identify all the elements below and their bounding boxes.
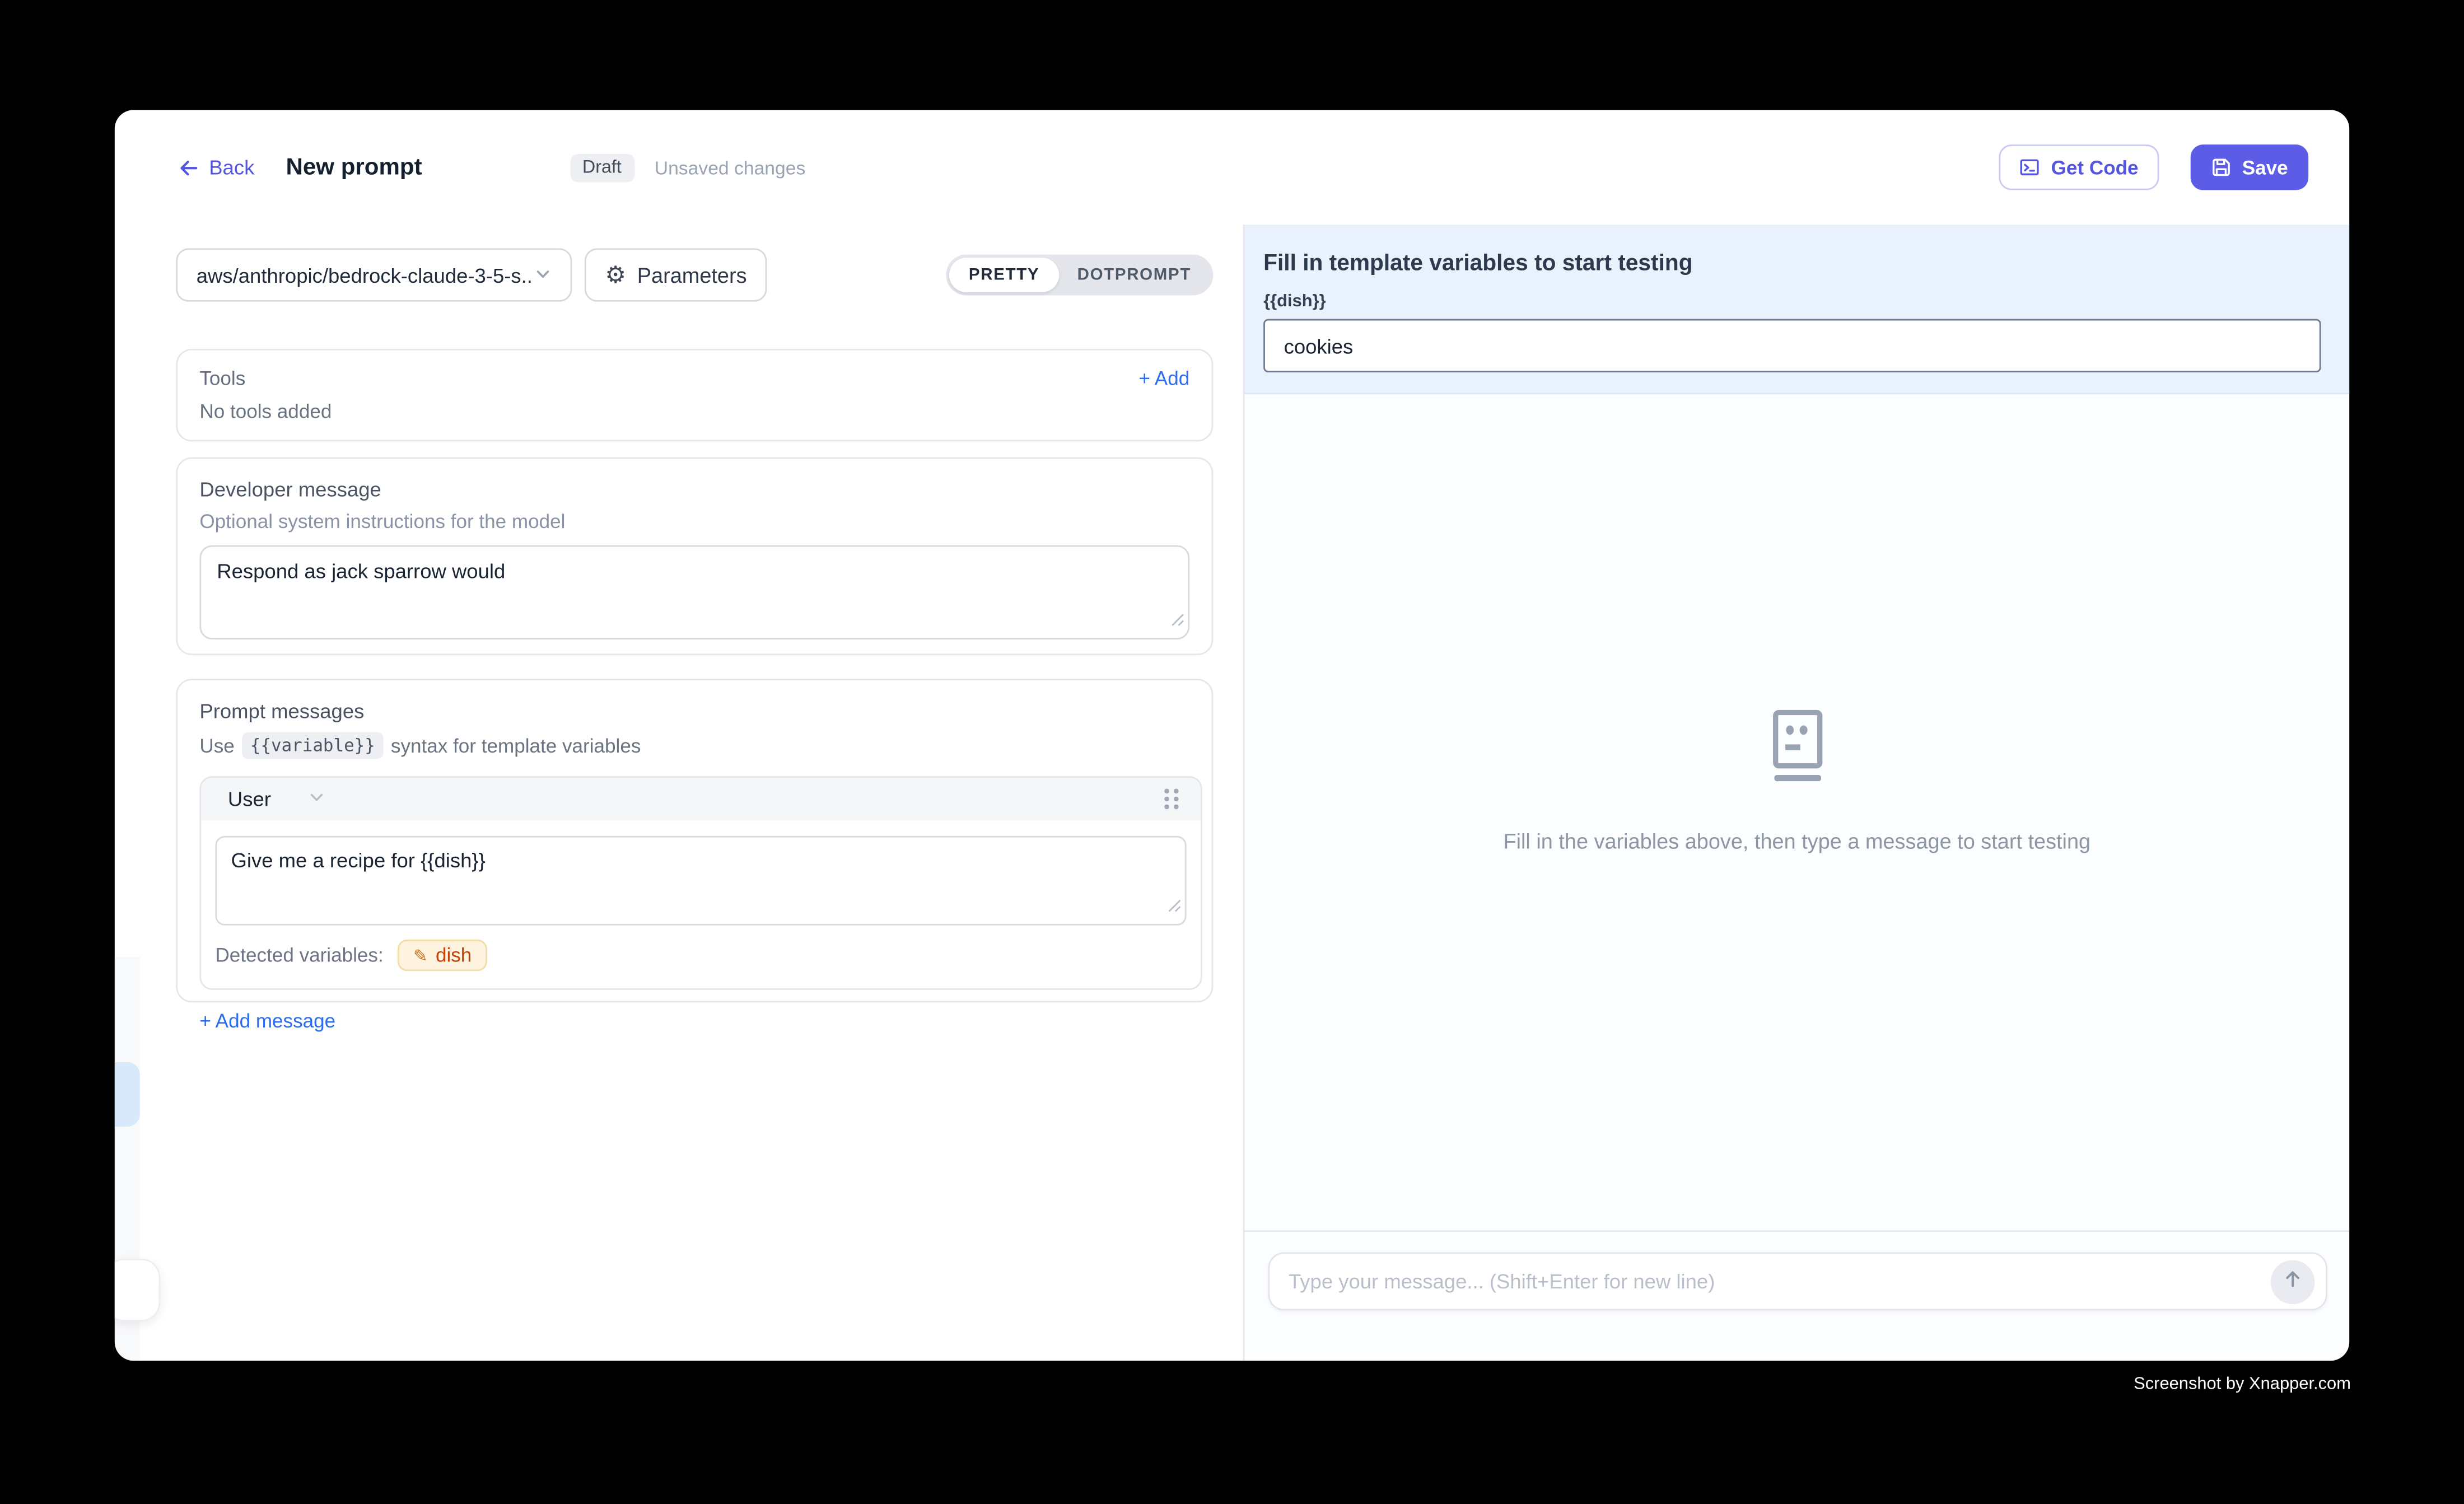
parameters-label: Parameters (637, 263, 747, 287)
test-panel: Fill in template variables to start test… (1243, 225, 2350, 1361)
chat-empty-state: Fill in the variables above, then type a… (1244, 394, 2349, 1230)
prompt-editor-panel: aws/anthropic/bedrock-claude-3-5-s... ⚙ … (115, 225, 1243, 1361)
chat-empty-state-text: Fill in the variables above, then type a… (1503, 830, 2090, 853)
developer-message-title: Developer message (199, 478, 1189, 501)
composer-bar (1244, 1230, 2349, 1361)
add-tool-button[interactable]: + Add (1139, 368, 1190, 390)
back-label: Back (209, 156, 254, 179)
hint-prefix: Use (199, 735, 234, 756)
developer-message-input[interactable]: Respond as jack sparrow would (199, 545, 1189, 639)
back-button[interactable]: Back (178, 156, 254, 179)
app-header: Back New prompt Draft Unsaved changes Ge… (115, 110, 2349, 225)
message-block: User (199, 776, 1202, 990)
screenshot-canvas: Back New prompt Draft Unsaved changes Ge… (0, 0, 2464, 1504)
chevron-down-icon (309, 787, 326, 811)
template-syntax-hint: Use {{variable}} syntax for template var… (199, 732, 1189, 759)
detected-variables-label: Detected variables: (215, 944, 383, 966)
watermark-text: Screenshot by Xnapper.com (2134, 1375, 2351, 1394)
tools-title: Tools (199, 368, 245, 390)
stage: Back New prompt Draft Unsaved changes Ge… (0, 0, 2464, 1503)
unsaved-changes-text: Unsaved changes (655, 156, 806, 178)
message-role-select[interactable]: User (228, 787, 326, 811)
model-toolbar: aws/anthropic/bedrock-claude-3-5-s... ⚙ … (176, 248, 1213, 301)
get-code-button[interactable]: Get Code (1999, 144, 2159, 190)
add-message-button[interactable]: + Add message (199, 1010, 335, 1032)
gear-icon: ⚙ (605, 263, 626, 287)
tools-empty-text: No tools added (199, 401, 1189, 423)
developer-message-subtitle: Optional system instructions for the mod… (199, 511, 1189, 533)
save-icon (2211, 157, 2231, 178)
message-header: User (201, 778, 1201, 820)
template-variables-section: Fill in template variables to start test… (1244, 225, 2349, 394)
send-button[interactable] (2271, 1259, 2315, 1304)
app-window: Back New prompt Draft Unsaved changes Ge… (115, 110, 2349, 1361)
clipped-sidebar-active-item (115, 1062, 140, 1127)
toggle-pretty[interactable]: PRETTY (950, 258, 1058, 292)
variable-chip-dish[interactable]: ✎ dish (398, 940, 487, 971)
model-select-value: aws/anthropic/bedrock-claude-3-5-s... (197, 263, 534, 287)
variable-key-label: {{dish}} (1263, 292, 2321, 311)
variable-value-input[interactable] (1263, 319, 2321, 372)
model-select[interactable]: aws/anthropic/bedrock-claude-3-5-s... (176, 248, 572, 301)
clipped-corner-card (115, 1259, 160, 1321)
prompt-messages-title: Prompt messages (199, 699, 1189, 723)
chat-message-input[interactable] (1289, 1269, 2271, 1293)
save-label: Save (2242, 156, 2288, 178)
edit-pencil-icon: ✎ (413, 947, 428, 964)
chevron-down-icon (534, 263, 552, 287)
parameters-button[interactable]: ⚙ Parameters (585, 248, 767, 301)
terminal-icon (2020, 157, 2040, 178)
main-content: aws/anthropic/bedrock-claude-3-5-s... ⚙ … (115, 225, 2349, 1361)
variables-heading: Fill in template variables to start test… (1263, 251, 2321, 277)
prompt-messages-card: Prompt messages Use {{variable}} syntax … (176, 679, 1213, 1002)
drag-handle[interactable] (1164, 789, 1178, 809)
detected-variables-row: Detected variables: ✎ dish (201, 926, 1201, 988)
get-code-label: Get Code (2051, 156, 2139, 178)
tools-card: Tools + Add No tools added (176, 349, 1213, 442)
variable-syntax-chip: {{variable}} (242, 732, 383, 759)
header-actions: Get Code Save (1999, 144, 2308, 190)
message-content-input[interactable]: Give me a recipe for {{dish}} (215, 836, 1186, 926)
back-arrow-icon (178, 156, 199, 178)
hint-suffix: syntax for template variables (391, 735, 641, 756)
robot-face-icon (1766, 709, 1828, 792)
view-mode-toggle: PRETTY DOTPROMPT (947, 255, 1214, 296)
arrow-up-icon (2281, 1268, 2303, 1295)
page-title: New prompt (286, 154, 422, 181)
save-button[interactable]: Save (2190, 144, 2308, 190)
composer-field (1268, 1252, 2327, 1310)
developer-message-card: Developer message Optional system instru… (176, 457, 1213, 656)
message-role-value: User (228, 787, 271, 811)
toggle-dotprompt[interactable]: DOTPROMPT (1058, 258, 1210, 292)
variable-chip-label: dish (436, 944, 472, 966)
status-badge: Draft (570, 153, 634, 182)
